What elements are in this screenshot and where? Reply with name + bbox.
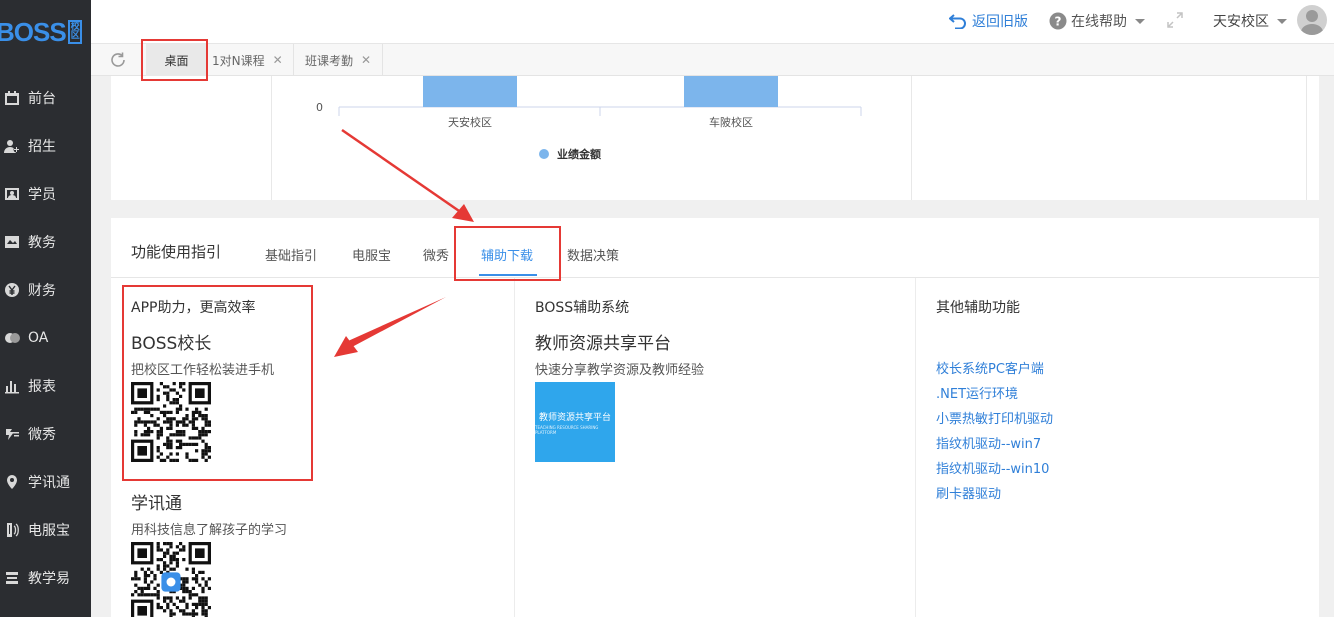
annotation-box-aux-download-tab [454, 226, 561, 281]
sidebar-item-label: 微秀 [28, 427, 56, 443]
sidebar-item-weixiu[interactable]: 微秀 [0, 410, 91, 458]
calendar-icon [2, 89, 22, 107]
sidebar-item-label: 招生 [28, 139, 56, 155]
logo-text: BOSS [0, 16, 67, 47]
link-fingerprint-win7[interactable]: 指纹机驱动--win7 [936, 433, 1041, 452]
location-icon [2, 473, 22, 491]
sidebar-item-enroll[interactable]: 招生 [0, 122, 91, 170]
tab-data-decision[interactable]: 数据决策 [567, 245, 619, 264]
tab-1n-course[interactable]: 1对N课程 ✕ [208, 44, 294, 76]
divider [915, 278, 916, 617]
sidebar-item-label: 学讯通 [28, 475, 70, 491]
sidebar-item-label: 前台 [28, 91, 56, 107]
back-old-version-label: 返回旧版 [972, 14, 1028, 30]
teacher-platform-image[interactable]: 教师资源共享平台 TEACHING RESOURCE SHARING PLATF… [535, 382, 615, 462]
campus-dropdown[interactable]: 天安校区 [1213, 11, 1287, 31]
sidebar-item-label: 财务 [28, 283, 56, 299]
y-tick-label: 0 [316, 101, 323, 114]
book-icon [2, 233, 22, 251]
online-help-dropdown[interactable]: ? 在线帮助 [1049, 11, 1145, 31]
logo[interactable]: BOSS 校区 [0, 0, 91, 64]
app-desc-xuexuntong: 用科技信息了解孩子的学习 [131, 523, 288, 538]
chevron-down-icon [1135, 18, 1145, 24]
undo-icon [949, 14, 966, 29]
sidebar-item-dianfubao[interactable]: 电服宝 [0, 506, 91, 554]
annotation-box-boss-principal-app [122, 285, 313, 481]
legend-label: 业绩金额 [557, 147, 601, 161]
other-functions-heading: 其他辅助功能 [936, 300, 1020, 316]
sidebar-item-frontdesk[interactable]: 前台 [0, 74, 91, 122]
bar-chebei [684, 76, 778, 107]
link-dotnet-runtime[interactable]: .NET运行环境 [936, 383, 1018, 402]
sidebar: BOSS 校区 前台 招生 学员 教务 财务 OA 报表 微秀 学讯通 电服宝 … [0, 0, 91, 617]
legend-marker [539, 149, 549, 159]
sidebar-item-students[interactable]: 学员 [0, 170, 91, 218]
tab-label: 1对N课程 [212, 53, 265, 68]
tab-class-attendance[interactable]: 班课考勤 ✕ [295, 44, 383, 76]
online-help-label: 在线帮助 [1071, 14, 1127, 30]
sidebar-item-reports[interactable]: 报表 [0, 362, 91, 410]
sidebar-item-xuexuntong[interactable]: 学讯通 [0, 458, 91, 506]
sidebar-item-oa[interactable]: OA [0, 314, 91, 362]
sidebar-item-label: 电服宝 [28, 523, 70, 539]
sidebar-item-label: 教学易 [28, 571, 70, 587]
annotation-box-desktop-tab [141, 39, 208, 81]
divider [1306, 76, 1307, 200]
page-tabs-bar: 桌面 1对N课程 ✕ 班课考勤 ✕ [91, 44, 1334, 76]
divider [111, 277, 1319, 278]
logo-badge: 校区 [67, 20, 82, 44]
weixiu-icon [2, 425, 22, 443]
tab-weixiu[interactable]: 微秀 [423, 245, 449, 264]
chat-icon [2, 329, 22, 347]
guide-title: 功能使用指引 [131, 243, 222, 261]
refresh-icon[interactable] [109, 51, 127, 69]
question-icon: ? [1049, 12, 1067, 30]
id-card-icon [2, 185, 22, 203]
sidebar-nav: 前台 招生 学员 教务 财务 OA 报表 微秀 学讯通 电服宝 教学易 [0, 74, 91, 602]
sidebar-item-jiaoxueyi[interactable]: 教学易 [0, 554, 91, 602]
tab-label: 班课考勤 [305, 53, 354, 68]
sidebar-item-finance[interactable]: 财务 [0, 266, 91, 314]
phone-icon [2, 521, 22, 539]
performance-bar-chart: 0 天安校区 车陂校区 业绩金额 [316, 76, 862, 161]
close-icon[interactable]: ✕ [273, 53, 283, 67]
back-old-version-link[interactable]: 返回旧版 [949, 11, 1028, 31]
fullscreen-button[interactable] [1166, 11, 1184, 29]
sidebar-item-label: OA [28, 330, 49, 346]
x-tick-label-chebei: 车陂校区 [709, 115, 753, 129]
divider [911, 76, 912, 200]
app-name-xuexuntong: 学讯通 [131, 494, 182, 514]
sidebar-item-label: 学员 [28, 187, 56, 203]
app-desc-teacher-platform: 快速分享教学资源及教师经验 [535, 363, 705, 378]
expand-icon [1167, 12, 1183, 28]
campus-label: 天安校区 [1213, 14, 1269, 30]
app-name-teacher-platform: 教师资源共享平台 [535, 334, 671, 354]
boss-aux-system-heading: BOSS辅助系统 [535, 300, 630, 316]
performance-chart-card: 0 天安校区 车陂校区 业绩金额 [111, 76, 1319, 200]
yen-icon [2, 281, 22, 299]
link-pc-client[interactable]: 校长系统PC客户端 [936, 358, 1044, 377]
divider [514, 278, 515, 617]
sidebar-item-label: 报表 [28, 379, 56, 395]
teaching-icon [2, 569, 22, 587]
link-fingerprint-win10[interactable]: 指纹机驱动--win10 [936, 458, 1049, 477]
bar-chart-icon [2, 377, 22, 395]
tab-basic-guide[interactable]: 基础指引 [265, 245, 317, 264]
svg-text:?: ? [1055, 15, 1062, 29]
user-add-icon [2, 137, 22, 155]
sidebar-item-academic[interactable]: 教务 [0, 218, 91, 266]
link-card-reader-driver[interactable]: 刷卡器驱动 [936, 483, 1001, 502]
chevron-down-icon [1277, 18, 1287, 24]
avatar[interactable] [1297, 5, 1327, 35]
platform-image-title: 教师资源共享平台 [538, 412, 611, 423]
bar-tianan [423, 76, 517, 107]
link-thermal-printer-driver[interactable]: 小票热敏打印机驱动 [936, 408, 1053, 427]
qr-code-xuexuntong [131, 542, 211, 617]
sidebar-item-label: 教务 [28, 235, 56, 251]
platform-image-subtitle: TEACHING RESOURCE SHARING PLATFORM [535, 424, 599, 435]
tab-dianfubao[interactable]: 电服宝 [352, 245, 391, 264]
x-tick-label-tianan: 天安校区 [448, 115, 492, 129]
top-header: 返回旧版 ? 在线帮助 天安校区 [91, 0, 1334, 44]
close-icon[interactable]: ✕ [361, 53, 371, 67]
